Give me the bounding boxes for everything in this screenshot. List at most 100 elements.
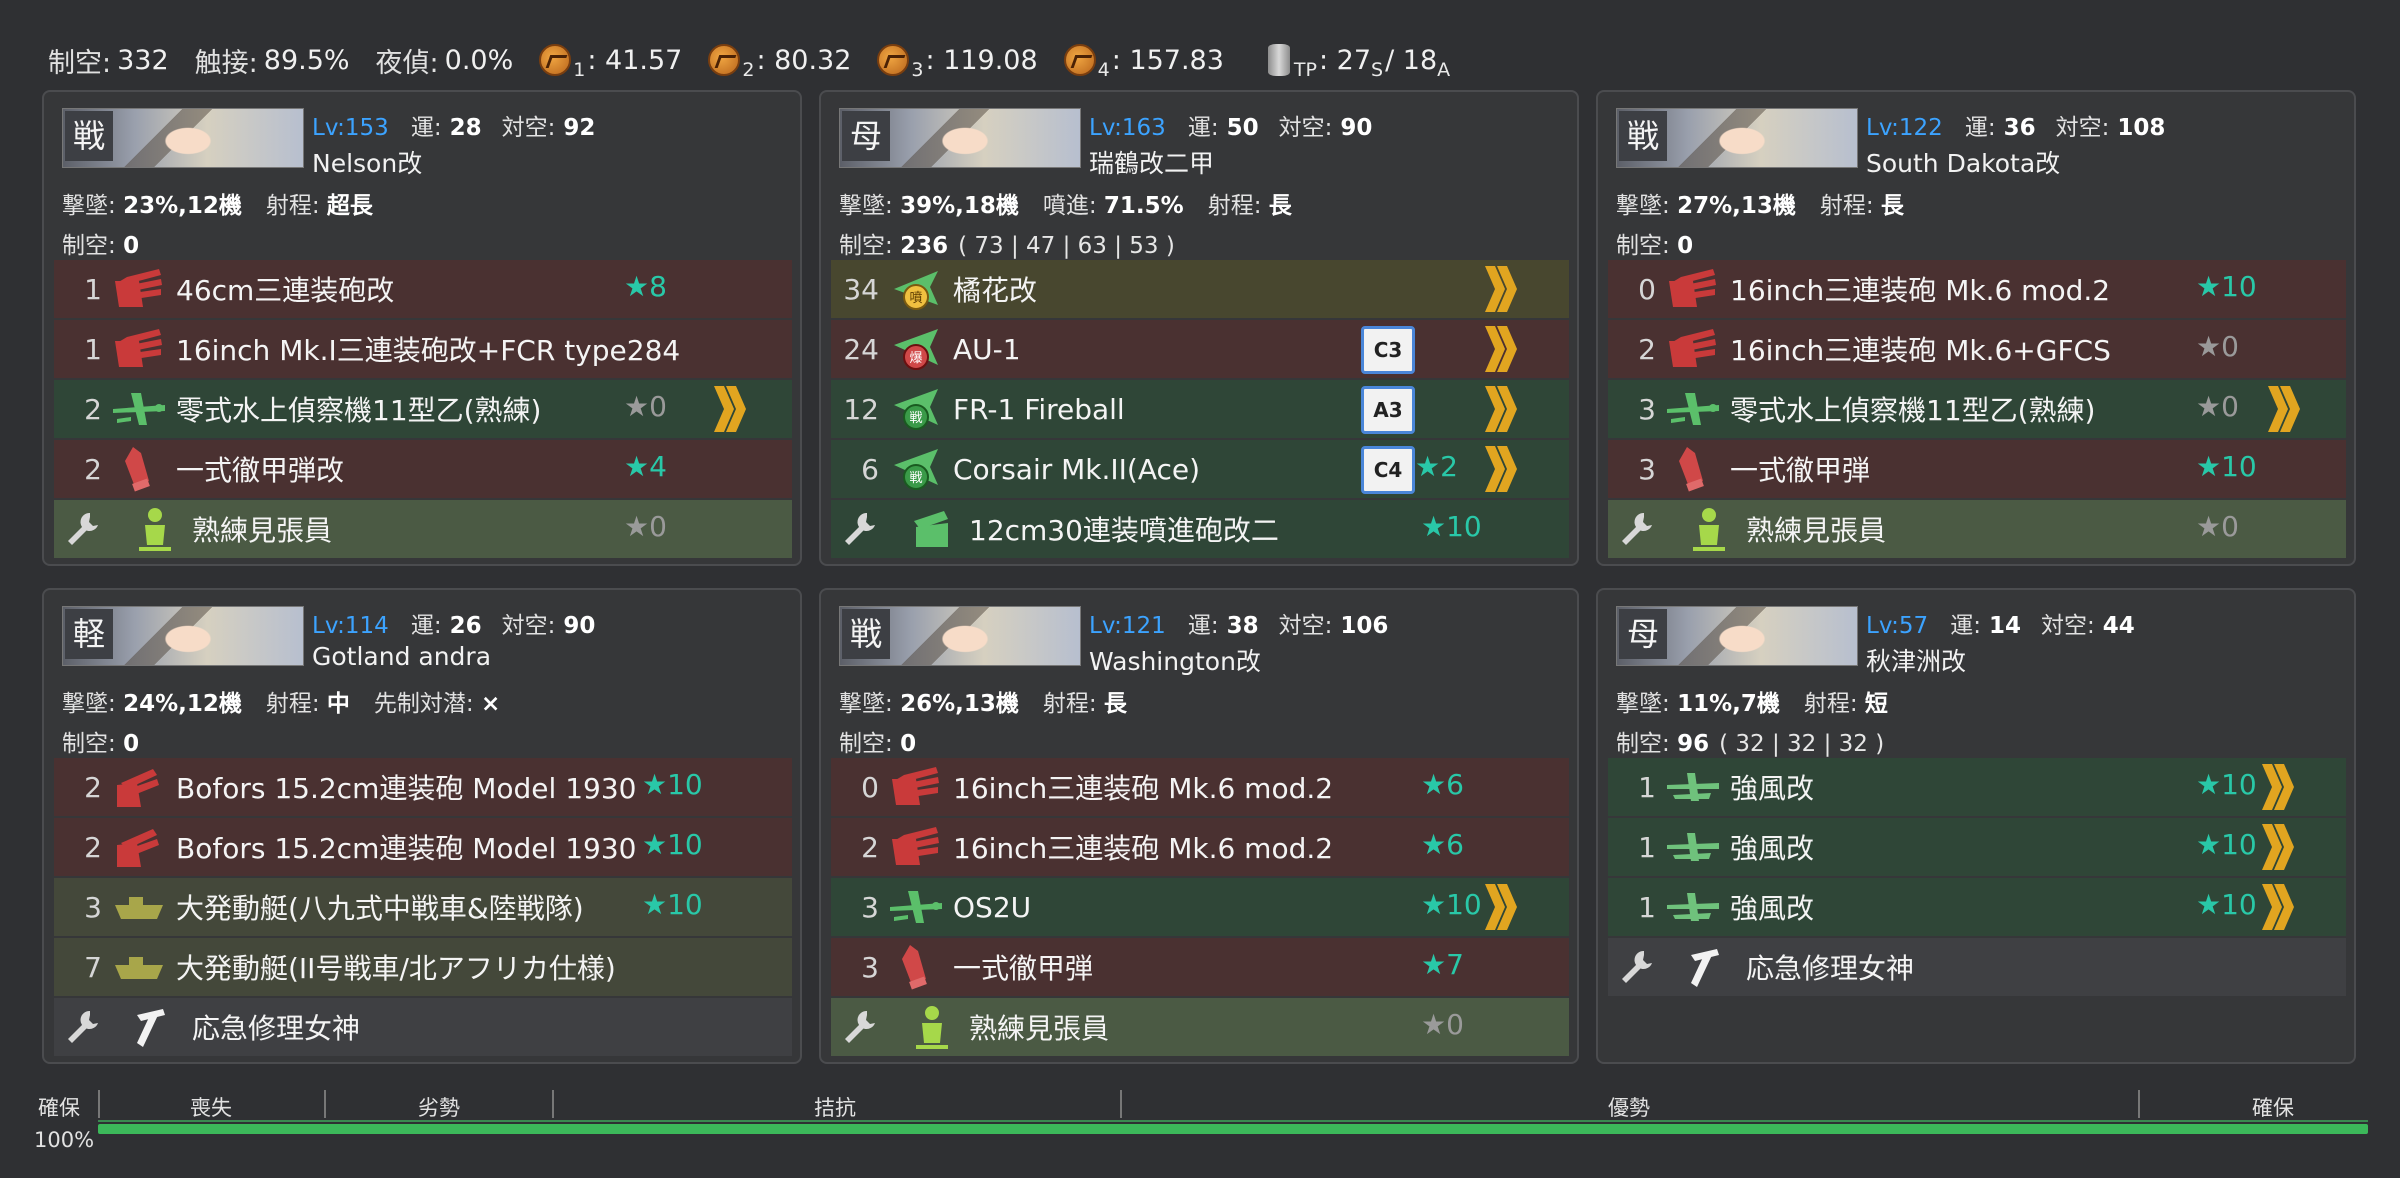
air-label: 制空:	[62, 233, 116, 259]
proficiency-chevron-icon	[2266, 384, 2304, 434]
seaplane-icon	[110, 384, 168, 434]
equipment-name: 46cm三連装砲改	[176, 274, 395, 307]
ship-banner[interactable]: 母	[1616, 606, 1858, 666]
ship-banner[interactable]: 軽	[62, 606, 304, 666]
aa-gun-icon	[903, 504, 961, 554]
ship-meta-line: 撃墜: 23%,12機 射程: 超長	[62, 186, 397, 220]
equipment-slot[interactable]: 1 強風改 ★10	[1608, 878, 2346, 936]
equipment-name: 熟練見張員	[1746, 514, 1887, 547]
equipment-slot[interactable]: 3 大発動艇(八九式中戦車&陸戦隊) ★10	[54, 878, 792, 936]
improvement-star: ★0	[624, 510, 667, 543]
ship-card[interactable]: 母 Lv:163 運: 50 対空: 90 瑞鶴改二甲 撃墜: 39%,18機 噴進: 71.5…	[819, 90, 1579, 566]
improvement-star: ★4	[624, 450, 667, 483]
equipment-slot[interactable]: 2 零式水上偵察機11型乙(熟練) ★0	[54, 380, 792, 438]
equipment-slot[interactable]: 34 噴 橘花改	[831, 260, 1569, 318]
improvement-star: ★7	[1421, 948, 1464, 981]
equipment-slot[interactable]: 1 強風改 ★10	[1608, 818, 2346, 876]
medium-gun-icon	[110, 822, 168, 872]
slot-aircraft-count: 1	[1638, 770, 1656, 804]
ship-card[interactable]: 戦 Lv:122 運: 36 対空: 108 South Dakota改 撃墜: 27%,13…	[1596, 90, 2356, 566]
ship-card[interactable]: 軽 Lv:114 運: 26 対空: 90 Gotland andra 撃墜: 24%,12機…	[42, 588, 802, 1064]
equipment-name: 強風改	[1730, 832, 1815, 865]
contact-label: 触接:	[194, 47, 258, 79]
gauge-left-label: 確保	[38, 1096, 80, 1120]
equipment-slot[interactable]: 0 16inch三連装砲 Mk.6 mod.2 ★6	[831, 758, 1569, 816]
equipment-slot[interactable]: 3 零式水上偵察機11型乙(熟練) ★0	[1608, 380, 2346, 438]
ship-level: Lv:121	[1089, 613, 1166, 639]
landing-craft-icon	[110, 882, 168, 932]
ship-stats-line: Lv:121 運: 38 対空: 106	[1089, 606, 1408, 640]
meta-label: 撃墜:	[1616, 193, 1670, 219]
proficiency-chevron-icon	[1483, 444, 1521, 494]
ship-banner[interactable]: 戦	[839, 606, 1081, 666]
contact-stat: 触接: 89.5%	[195, 41, 350, 80]
equipment-slot[interactable]: 応急修理女神	[54, 998, 792, 1056]
equipment-slot[interactable]: 熟練見張員 ★0	[831, 998, 1569, 1056]
night-recon-label: 夜偵:	[375, 47, 439, 79]
lookout-icon	[1680, 504, 1738, 554]
equipment-slot[interactable]: 3 一式徹甲弾 ★10	[1608, 440, 2346, 498]
equipment-slot[interactable]: 0 16inch三連装砲 Mk.6 mod.2 ★10	[1608, 260, 2346, 318]
equipment-slot[interactable]: 7 大発動艇(II号戦車/北アフリカ仕様)	[54, 938, 792, 996]
gauge-segment-supremacy: 確保	[2252, 1096, 2294, 1120]
equipment-slot[interactable]: 3 OS2U ★10	[831, 878, 1569, 936]
meta-label: 先制対潜:	[373, 691, 474, 717]
luck-value: 50	[1226, 115, 1259, 141]
ship-banner[interactable]: 戦	[1616, 108, 1858, 168]
equipment-slot[interactable]: 12 戦 FR-1 Fireball A3	[831, 380, 1569, 438]
improvement-star: ★0	[1421, 1008, 1464, 1041]
ship-name: South Dakota改	[1866, 149, 2061, 178]
equipment-slot[interactable]: 熟練見張員 ★0	[1608, 500, 2346, 558]
aa-label: 対空:	[2040, 613, 2095, 639]
equipment-slot[interactable]: 1 46cm三連装砲改 ★8	[54, 260, 792, 318]
improvement-star: ★0	[624, 390, 667, 423]
equipment-slot[interactable]: 12cm30連装噴進砲改二 ★10	[831, 500, 1569, 558]
ship-air-line: 制空: 236 ( 73 | 47 | 63 | 53 )	[839, 226, 1175, 260]
proficiency-chevron-icon	[712, 384, 750, 434]
equipment-slot[interactable]: 6 戦 Corsair Mk.II(Ace) C4 ★2	[831, 440, 1569, 498]
ap-shell-icon	[1664, 444, 1722, 494]
equipment-slot[interactable]: 2 Bofors 15.2cm連装砲 Model 1930 ★10	[54, 758, 792, 816]
ship-name: 秋津洲改	[1866, 647, 1967, 676]
equipment-slot[interactable]: 1 強風改 ★10	[1608, 758, 2346, 816]
ship-name: 瑞鶴改二甲	[1089, 149, 1215, 178]
equipment-slot[interactable]: 3 一式徹甲弾 ★7	[831, 938, 1569, 996]
equipment-list: 1 強風改 ★10 1 強風改 ★10 1 強風改 ★10 応急修理女神	[1608, 758, 2346, 998]
ship-banner[interactable]: 母	[839, 108, 1081, 168]
gauge-tick	[1120, 1090, 1122, 1118]
slot-aircraft-count: 7	[84, 950, 102, 984]
ship-name: Gotland andra	[312, 642, 492, 671]
slot-aircraft-count: 2	[84, 452, 102, 486]
improvement-star: ★10	[2196, 768, 2257, 801]
equipment-slot[interactable]: 2 16inch三連装砲 Mk.6+GFCS ★0	[1608, 320, 2346, 378]
equipment-slot[interactable]: 熟練見張員 ★0	[54, 500, 792, 558]
meta-label: 撃墜:	[1616, 691, 1670, 717]
air-superiority-gauge: 確保 喪失 劣勢 拮抗 優勢 確保 100%	[34, 1090, 2374, 1160]
los-stat-4: 4: 157.83	[1063, 44, 1224, 81]
ship-card[interactable]: 戦 Lv:153 運: 28 対空: 92 Nelson改 撃墜: 23%,12機 射程: 超長…	[42, 90, 802, 566]
ap-shell-icon	[887, 942, 945, 992]
equipment-slot[interactable]: 24 爆 AU-1 C3	[831, 320, 1569, 378]
slot-aircraft-count: 1	[84, 272, 102, 306]
equipment-slot[interactable]: 1 16inch Mk.I三連装砲改+FCR type284	[54, 320, 792, 378]
ship-card[interactable]: 戦 Lv:121 運: 38 対空: 106 Washington改 撃墜: 26%,13機射…	[819, 588, 1579, 1064]
equipment-slot[interactable]: 2 Bofors 15.2cm連装砲 Model 1930 ★10	[54, 818, 792, 876]
equipment-name: 零式水上偵察機11型乙(熟練)	[176, 394, 542, 427]
proficiency-chevron-icon	[1483, 384, 1521, 434]
equipment-list: 0 16inch三連装砲 Mk.6 mod.2 ★6 2 16inch三連装砲 Mk.6…	[831, 758, 1569, 1058]
equipment-slot[interactable]: 2 16inch三連装砲 Mk.6 mod.2 ★6	[831, 818, 1569, 876]
ap-shell-icon	[110, 444, 168, 494]
aa-value: 108	[2117, 115, 2166, 141]
main-gun-icon	[1664, 324, 1722, 374]
aa-value: 106	[1340, 613, 1389, 639]
equipment-name: 16inch Mk.I三連装砲改+FCR type284	[176, 334, 681, 367]
meta-value: 中	[326, 691, 350, 717]
slot-aircraft-count: 2	[1638, 332, 1656, 366]
improvement-star: ★10	[2196, 270, 2257, 303]
equipment-name: OS2U	[953, 890, 1032, 924]
equipment-slot[interactable]: 応急修理女神	[1608, 938, 2346, 996]
equipment-slot[interactable]: 2 一式徹甲弾改 ★4	[54, 440, 792, 498]
ship-banner[interactable]: 戦	[62, 108, 304, 168]
ship-card[interactable]: 母 Lv:57 運: 14 対空: 44 秋津洲改 撃墜: 11%,7機 射程: 短制空: 96…	[1596, 588, 2356, 1064]
equipment-name: Corsair Mk.II(Ace)	[953, 452, 1201, 486]
